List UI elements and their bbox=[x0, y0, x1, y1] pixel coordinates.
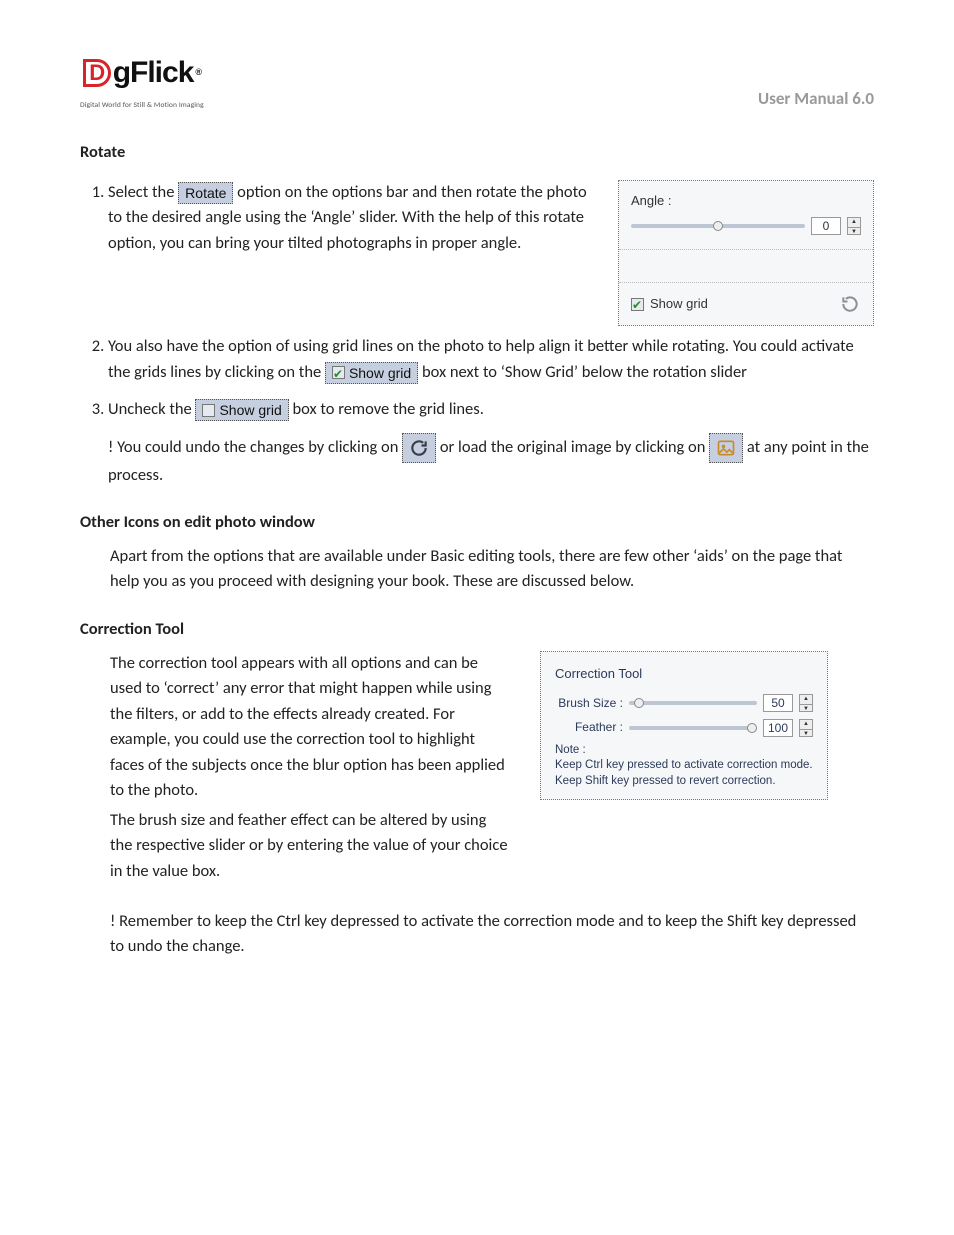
correction-note-label: Note : bbox=[555, 743, 813, 759]
show-grid-chip-unchecked[interactable]: Show grid bbox=[195, 399, 288, 421]
angle-panel: Angle : 0 ▲ ▼ Show grid bbox=[618, 180, 874, 326]
angle-value-box[interactable]: 0 bbox=[811, 217, 841, 235]
angle-slider[interactable] bbox=[631, 224, 805, 228]
rotate-chip[interactable]: Rotate bbox=[178, 182, 233, 204]
rotate-step2-post: box next to ‘Show Grid’ below the rotati… bbox=[422, 362, 747, 382]
correction-bottom-note: ! Remember to keep the Ctrl key depresse… bbox=[110, 909, 874, 960]
brush-size-value[interactable]: 50 bbox=[763, 694, 793, 712]
rotate-step3-post: box to remove the grid lines. bbox=[292, 399, 483, 419]
logo-tagline: Digital World for Still & Motion Imaging bbox=[80, 100, 204, 112]
correction-tool-panel: Correction Tool Brush Size : 50 ▲▼ Feath… bbox=[540, 651, 828, 801]
feather-label: Feather : bbox=[555, 718, 623, 737]
correction-heading: Correction Tool bbox=[80, 617, 874, 643]
undo-note-pre: ! You could undo the changes by clicking… bbox=[108, 437, 398, 457]
show-grid-chip-label-2: Show grid bbox=[219, 400, 281, 420]
show-grid-chip-checked[interactable]: Show grid bbox=[325, 362, 418, 384]
correction-panel-title: Correction Tool bbox=[555, 664, 813, 684]
show-grid-chip-label: Show grid bbox=[349, 363, 411, 383]
brush-size-slider[interactable] bbox=[629, 701, 757, 705]
checkbox-checked-icon bbox=[332, 366, 345, 379]
original-image-icon[interactable] bbox=[709, 433, 743, 463]
rotate-step-3: Uncheck the Show grid box to remove the … bbox=[108, 397, 874, 488]
logo-d-icon: D bbox=[83, 59, 111, 87]
spinner-down-icon[interactable]: ▼ bbox=[848, 228, 860, 237]
show-grid-checkbox[interactable] bbox=[631, 298, 644, 311]
rotate-heading: Rotate bbox=[80, 140, 874, 166]
other-icons-body: Apart from the options that are availabl… bbox=[110, 544, 874, 595]
spinner-up-icon[interactable]: ▲ bbox=[848, 218, 860, 228]
brand-logo: D gFlick ® Digital World for Still & Mot… bbox=[80, 50, 204, 111]
feather-spinner[interactable]: ▲▼ bbox=[799, 719, 813, 737]
angle-label: Angle : bbox=[631, 191, 861, 211]
rotate-step3-pre: Uncheck the bbox=[108, 399, 195, 419]
logo-registered: ® bbox=[195, 66, 201, 80]
manual-title: User Manual 6.0 bbox=[758, 86, 874, 112]
correction-note-line2: Keep Shift key pressed to revert correct… bbox=[555, 774, 813, 790]
rotate-step-2: You also have the option of using grid l… bbox=[108, 334, 874, 385]
show-grid-label: Show grid bbox=[650, 294, 708, 314]
brush-size-spinner[interactable]: ▲▼ bbox=[799, 694, 813, 712]
feather-slider[interactable] bbox=[629, 726, 757, 730]
checkbox-unchecked-icon bbox=[202, 404, 215, 417]
brush-size-label: Brush Size : bbox=[555, 694, 623, 713]
correction-p2: The brush size and feather effect can be… bbox=[110, 808, 510, 885]
feather-value[interactable]: 100 bbox=[763, 719, 793, 737]
undo-icon[interactable] bbox=[402, 433, 436, 463]
reset-icon[interactable] bbox=[839, 293, 861, 315]
rotate-step1-pre: Select the bbox=[108, 182, 178, 202]
correction-note-line1: Keep Ctrl key pressed to activate correc… bbox=[555, 758, 813, 774]
rotate-step-1: Select the Rotate option on the options … bbox=[108, 180, 588, 257]
other-icons-heading: Other Icons on edit photo window bbox=[80, 510, 874, 536]
angle-spinner[interactable]: ▲ ▼ bbox=[847, 217, 861, 235]
undo-note-mid: or load the original image by clicking o… bbox=[440, 437, 709, 457]
correction-p1: The correction tool appears with all opt… bbox=[110, 651, 510, 804]
logo-wordmark: gFlick bbox=[113, 50, 194, 97]
